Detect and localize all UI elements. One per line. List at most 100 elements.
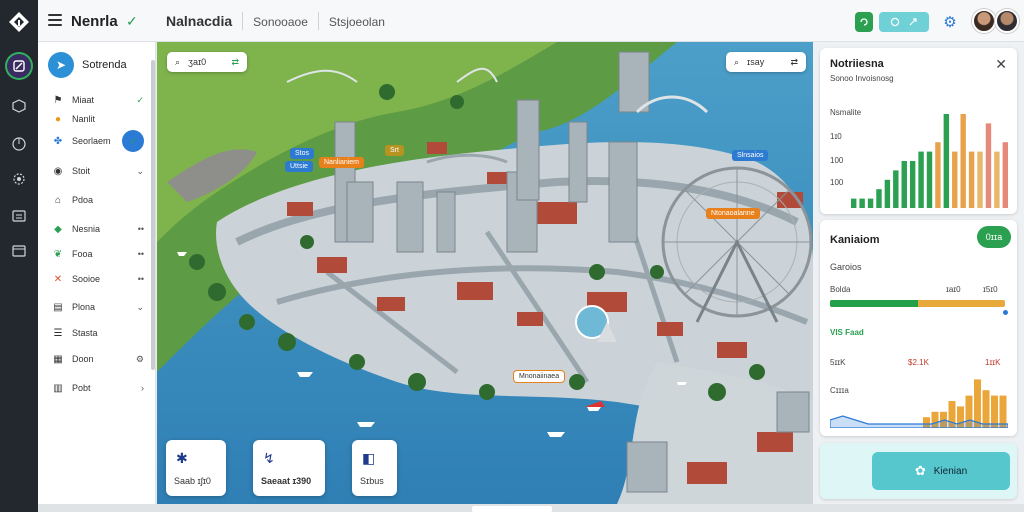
grid-icon: ▦ <box>53 353 63 365</box>
award-icon: ● <box>54 113 62 125</box>
menu-icon[interactable] <box>48 14 62 26</box>
map-label[interactable]: Stos <box>290 148 315 159</box>
rail-storage-icon[interactable] <box>7 204 31 228</box>
link-icon[interactable] <box>908 17 918 27</box>
bar <box>851 198 857 208</box>
stat-card[interactable]: ✱ Saab ɪʃɪ0 <box>166 440 226 496</box>
sidebar-item-label: Stasta <box>72 328 98 338</box>
left-rail <box>0 0 38 512</box>
sidebar-item-trail: ✓ <box>136 94 144 105</box>
primary-action-label: Kienian <box>933 465 968 477</box>
breadcrumb-item[interactable]: Nalnacdia <box>166 13 232 30</box>
sidebar-item[interactable]: ✤ Seorlaem ✓ <box>52 130 144 152</box>
map-label[interactable]: Srt <box>385 145 404 156</box>
stat-card[interactable]: ↯ Saeaat ɪ390 <box>253 440 325 496</box>
sidebar-item[interactable]: ▤ Plona ⌄ <box>52 298 144 316</box>
breadcrumb-item[interactable]: Stsjoeolan <box>329 15 385 30</box>
chat-icon[interactable] <box>890 17 900 27</box>
sidebar-item[interactable]: ▥ Pobt › <box>52 379 144 397</box>
bar <box>935 142 941 208</box>
map-label[interactable]: Mnonaiinaea <box>514 371 565 382</box>
sidebar-item[interactable]: ▦ Doon ⚙ <box>52 350 144 368</box>
indicator-dot <box>1003 310 1008 315</box>
sidebar-item[interactable]: ⌂ Pdoa <box>52 191 144 209</box>
value-cell: 5ɪɪK <box>830 358 846 367</box>
bar <box>977 151 983 208</box>
sidebar-item-label: Nanlit <box>72 114 96 124</box>
sidebar-header[interactable]: ➤ Sotrenda <box>48 52 127 78</box>
sidebar-item-label: Pobt <box>72 383 91 393</box>
close-icon[interactable]: ✕ <box>995 56 1007 73</box>
sidebar-item-trail: ⚙ <box>135 353 144 364</box>
app-title: Nenrla <box>71 13 118 30</box>
bar <box>968 151 975 208</box>
network-icon: ✱ <box>176 450 188 466</box>
rail-settings-icon[interactable] <box>7 167 31 191</box>
map-label[interactable]: Slnsaios <box>732 150 769 161</box>
bar <box>960 114 966 208</box>
top-bar: Nenrla ✓ Nalnacdia Sonooaoe Stsjoeolan ⚙ <box>38 0 1024 42</box>
map-search-right[interactable]: ⌕ ɪsay ⇄ <box>726 52 806 72</box>
sidebar-item-label: Plona <box>72 302 96 312</box>
status-badge: 0ɪɪa <box>977 226 1011 248</box>
area-series <box>830 415 1008 428</box>
value-cell: 1ɪɪK <box>985 358 1001 367</box>
y-tick: 100 <box>830 156 844 165</box>
sidebar-item-label: Pdoa <box>72 195 94 205</box>
sidebar-item[interactable]: ⚑ Miaat ✓ <box>52 91 144 109</box>
sidebar-item[interactable]: ◉ Stoit ⌄ <box>52 162 144 180</box>
status-subtitle: Garoios <box>830 262 862 272</box>
gear-icon[interactable]: ⚙ <box>940 12 960 32</box>
share-button-group[interactable] <box>879 12 929 32</box>
map-search-left[interactable]: ⌕ ʒaɪ0 ⇄ <box>167 52 247 72</box>
rail-chart-icon[interactable] <box>7 132 31 156</box>
bar <box>884 179 891 208</box>
bar-label: Bolda <box>830 285 851 294</box>
sidebar-item[interactable]: ✕ Sooioe •• <box>52 270 144 288</box>
bar <box>991 395 998 428</box>
map-label[interactable]: Ntonaoalanne <box>706 208 760 219</box>
swap-icon[interactable]: ⇄ <box>231 57 239 68</box>
sidebar-item[interactable]: ☰ Stasta <box>52 324 144 342</box>
sidebar-item[interactable]: ❦ Fooa •• <box>52 245 144 263</box>
stat-card-label: Sɪbus <box>360 476 384 486</box>
avatar[interactable] <box>972 9 996 33</box>
breadcrumb-divider <box>317 12 319 30</box>
y-tick: 1ɪ0 <box>830 132 842 141</box>
leaf-icon: ❦ <box>53 248 63 260</box>
bar-chart <box>851 114 1008 208</box>
rail-window-icon[interactable] <box>7 239 31 263</box>
map-label[interactable]: Uttsie <box>285 161 313 172</box>
swap-icon[interactable]: ⇄ <box>790 57 798 68</box>
map-label[interactable]: Nanlianiem <box>319 157 365 168</box>
search-icon: ⌕ <box>175 56 181 67</box>
flower-icon: ✿ <box>914 463 926 478</box>
map-search-right-value: ɪsay <box>747 57 765 67</box>
bar <box>926 151 933 208</box>
bar-value: ɪ5ɪ0 <box>983 285 998 294</box>
sidebar-item-label: Fooa <box>72 249 93 259</box>
sidebar-item-label: Seorlaem <box>72 136 111 146</box>
stat-card[interactable]: ◧ Sɪbus <box>352 440 397 496</box>
sync-button[interactable] <box>855 12 873 32</box>
list-icon: ☰ <box>53 327 63 339</box>
avatar[interactable] <box>995 9 1019 33</box>
bar <box>982 390 990 428</box>
map-search-left-value: ʒaɪ0 <box>188 57 207 67</box>
primary-action-button[interactable]: ✿ Kienian <box>872 452 1010 490</box>
app-logo-icon[interactable] <box>7 10 31 34</box>
breadcrumb-divider <box>242 12 244 30</box>
bar <box>909 161 916 208</box>
rail-edit-icon[interactable] <box>5 52 33 80</box>
horizontal-scrollbar[interactable] <box>472 506 552 512</box>
sidebar-item[interactable]: ● Nanlit <box>52 110 144 128</box>
sidebar-scrollbar[interactable] <box>151 60 155 370</box>
cross-icon: ✕ <box>53 273 63 285</box>
breadcrumb-item[interactable]: Sonooaoe <box>253 15 308 30</box>
verified-check-icon: ✓ <box>126 13 138 29</box>
progress-fill <box>830 300 918 307</box>
rail-cube-icon[interactable] <box>7 94 31 118</box>
city-map[interactable]: ⌕ ʒaɪ0 ⇄ ⌕ ɪsay ⇄ Stos Nanlianiem Uttsie… <box>157 42 813 504</box>
sidebar-item[interactable]: ◆ Nesnia •• <box>52 220 144 238</box>
bar <box>952 151 958 208</box>
